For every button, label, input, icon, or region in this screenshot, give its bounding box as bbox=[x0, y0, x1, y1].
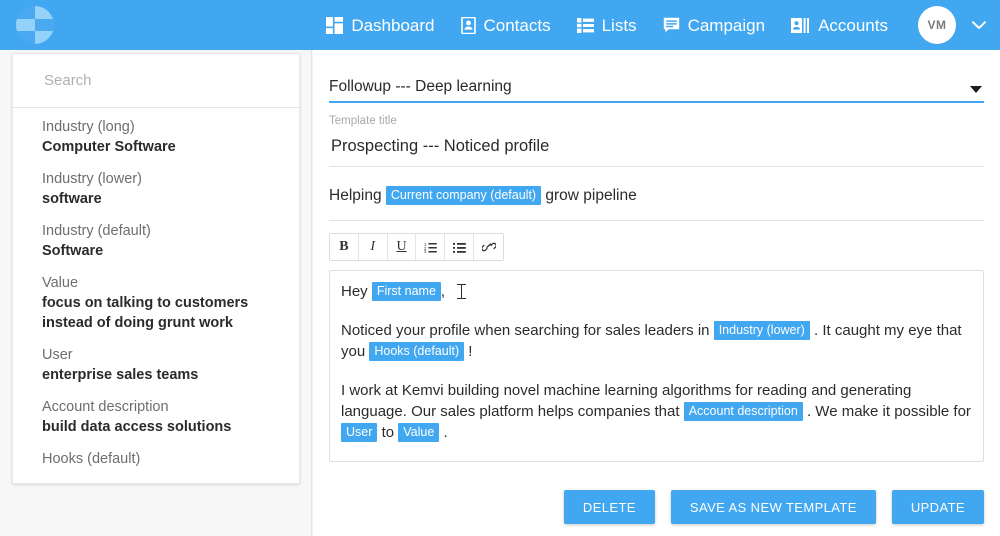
subject-text-after: grow pipeline bbox=[545, 187, 637, 204]
template-title-field bbox=[329, 136, 984, 167]
email-body-editor[interactable]: Hey First name, Noticed your profile whe… bbox=[329, 270, 984, 462]
search-row bbox=[13, 54, 299, 108]
body-paragraph-2: Noticed your profile when searching for … bbox=[341, 320, 971, 362]
address-book-icon bbox=[460, 16, 476, 34]
save-as-new-template-button[interactable]: SAVE AS NEW TEMPLATE bbox=[670, 490, 876, 524]
search-input[interactable] bbox=[42, 71, 289, 90]
list-item[interactable]: Account description build data access so… bbox=[13, 398, 299, 437]
nav-item-contacts-label: Contacts bbox=[483, 15, 551, 35]
variable-key: Industry (long) bbox=[42, 119, 135, 135]
subject-text-before: Helping bbox=[329, 187, 382, 204]
id-card-icon bbox=[791, 17, 810, 33]
main-nav: Dashboard Contacts Lists Campaign Accoun… bbox=[300, 6, 1000, 44]
dropdown-caret-icon bbox=[970, 86, 982, 93]
nav-item-campaign[interactable]: Campaign bbox=[663, 15, 766, 35]
template-editor-panel: Followup --- Deep learning Template titl… bbox=[313, 50, 1000, 536]
italic-icon[interactable]: I bbox=[358, 234, 388, 260]
template-select[interactable]: Followup --- Deep learning bbox=[329, 72, 984, 103]
bold-icon[interactable]: B bbox=[330, 234, 359, 260]
variable-key: Hooks (default) bbox=[42, 451, 141, 467]
p1-text-a: Hey bbox=[341, 283, 368, 300]
update-button[interactable]: UPDATE bbox=[891, 490, 984, 524]
p3-text-c: to bbox=[381, 424, 395, 441]
list-item[interactable]: Industry (default) Software bbox=[13, 222, 299, 261]
text-cursor-icon bbox=[457, 284, 467, 299]
top-navigation-bar: Dashboard Contacts Lists Campaign Accoun… bbox=[0, 0, 1000, 50]
action-buttons: DELETE SAVE AS NEW TEMPLATE UPDATE bbox=[563, 490, 984, 524]
chevron-down-icon[interactable] bbox=[972, 18, 986, 33]
nav-item-accounts-label: Accounts bbox=[818, 15, 888, 35]
body-paragraph-4: If you can spare 15 minutes for a call, … bbox=[341, 461, 971, 462]
template-title-input[interactable] bbox=[329, 136, 984, 157]
variable-value: Computer Software bbox=[42, 139, 176, 155]
sidebar: Industry (long) Computer Software Indust… bbox=[0, 50, 312, 536]
delete-button[interactable]: DELETE bbox=[563, 490, 655, 524]
list-item[interactable]: Hooks (default) bbox=[13, 450, 299, 469]
body-paragraph-3: I work at Kemvi building novel machine l… bbox=[341, 380, 971, 443]
variable-value: software bbox=[42, 191, 102, 207]
variable-chip-value[interactable]: Value bbox=[398, 423, 440, 442]
list-item[interactable]: Industry (long) Computer Software bbox=[13, 118, 299, 157]
variable-chip-account-description[interactable]: Account description bbox=[683, 402, 803, 421]
variable-chip-current-company[interactable]: Current company (default) bbox=[385, 186, 542, 205]
nav-item-lists[interactable]: Lists bbox=[576, 15, 637, 35]
subject-field[interactable]: Helping Current company (default) grow p… bbox=[329, 185, 984, 221]
underline-icon[interactable]: U bbox=[387, 234, 417, 260]
variables-list: Industry (long) Computer Software Indust… bbox=[13, 108, 299, 469]
nav-item-dashboard[interactable]: Dashboard bbox=[326, 15, 435, 35]
variable-value: Software bbox=[42, 243, 104, 259]
list-icon bbox=[576, 17, 594, 33]
ordered-list-icon[interactable]: 1 2 3 bbox=[416, 234, 446, 260]
template-select-value: Followup --- Deep learning bbox=[329, 78, 512, 95]
list-item[interactable]: Industry (lower) software bbox=[13, 170, 299, 209]
variables-panel: Industry (long) Computer Software Indust… bbox=[12, 53, 300, 484]
variable-key: Industry (lower) bbox=[42, 171, 142, 187]
nav-item-campaign-label: Campaign bbox=[687, 15, 766, 35]
variable-chip-user[interactable]: User bbox=[341, 423, 378, 442]
list-item[interactable]: Value focus on talking to customers inst… bbox=[13, 274, 299, 333]
unordered-list-icon[interactable] bbox=[445, 234, 475, 260]
p2-text-a: Noticed your profile when searching for … bbox=[341, 322, 710, 339]
variable-key: Account description bbox=[42, 399, 169, 415]
template-title-label: Template title bbox=[329, 115, 397, 127]
nav-item-dashboard-label: Dashboard bbox=[351, 15, 435, 35]
p3-text-d: . bbox=[443, 424, 448, 441]
editor-toolbar: B I U 1 2 3 bbox=[329, 233, 504, 261]
avatar[interactable]: VM bbox=[918, 6, 956, 44]
p3-text-b: . We make it possible for bbox=[806, 403, 971, 420]
avatar-initials: VM bbox=[927, 18, 947, 32]
variable-value: build data access solutions bbox=[42, 419, 232, 435]
p1-text-b: , bbox=[440, 283, 446, 300]
nav-item-lists-label: Lists bbox=[601, 15, 637, 35]
variable-key: Industry (default) bbox=[42, 223, 151, 239]
link-icon[interactable] bbox=[474, 234, 503, 260]
variable-key: User bbox=[42, 347, 73, 363]
variable-chip-hooks-default[interactable]: Hooks (default) bbox=[369, 342, 465, 361]
logo-mark bbox=[16, 6, 54, 44]
list-item[interactable]: User enterprise sales teams bbox=[13, 346, 299, 385]
variable-value: enterprise sales teams bbox=[42, 367, 199, 383]
app-logo[interactable] bbox=[0, 0, 70, 50]
variable-chip-first-name[interactable]: First name bbox=[371, 282, 441, 301]
p2-text-c: ! bbox=[468, 343, 473, 360]
grid-icon bbox=[326, 16, 344, 34]
nav-item-accounts[interactable]: Accounts bbox=[791, 17, 888, 34]
svg-text:3: 3 bbox=[424, 249, 427, 253]
nav-item-contacts[interactable]: Contacts bbox=[460, 15, 551, 35]
variable-key: Value bbox=[42, 275, 79, 291]
variable-value: focus on talking to customers instead of… bbox=[42, 295, 249, 331]
variable-chip-industry-lower[interactable]: Industry (lower) bbox=[713, 321, 810, 340]
message-icon bbox=[663, 17, 680, 33]
body-paragraph-1: Hey First name, bbox=[341, 281, 971, 302]
